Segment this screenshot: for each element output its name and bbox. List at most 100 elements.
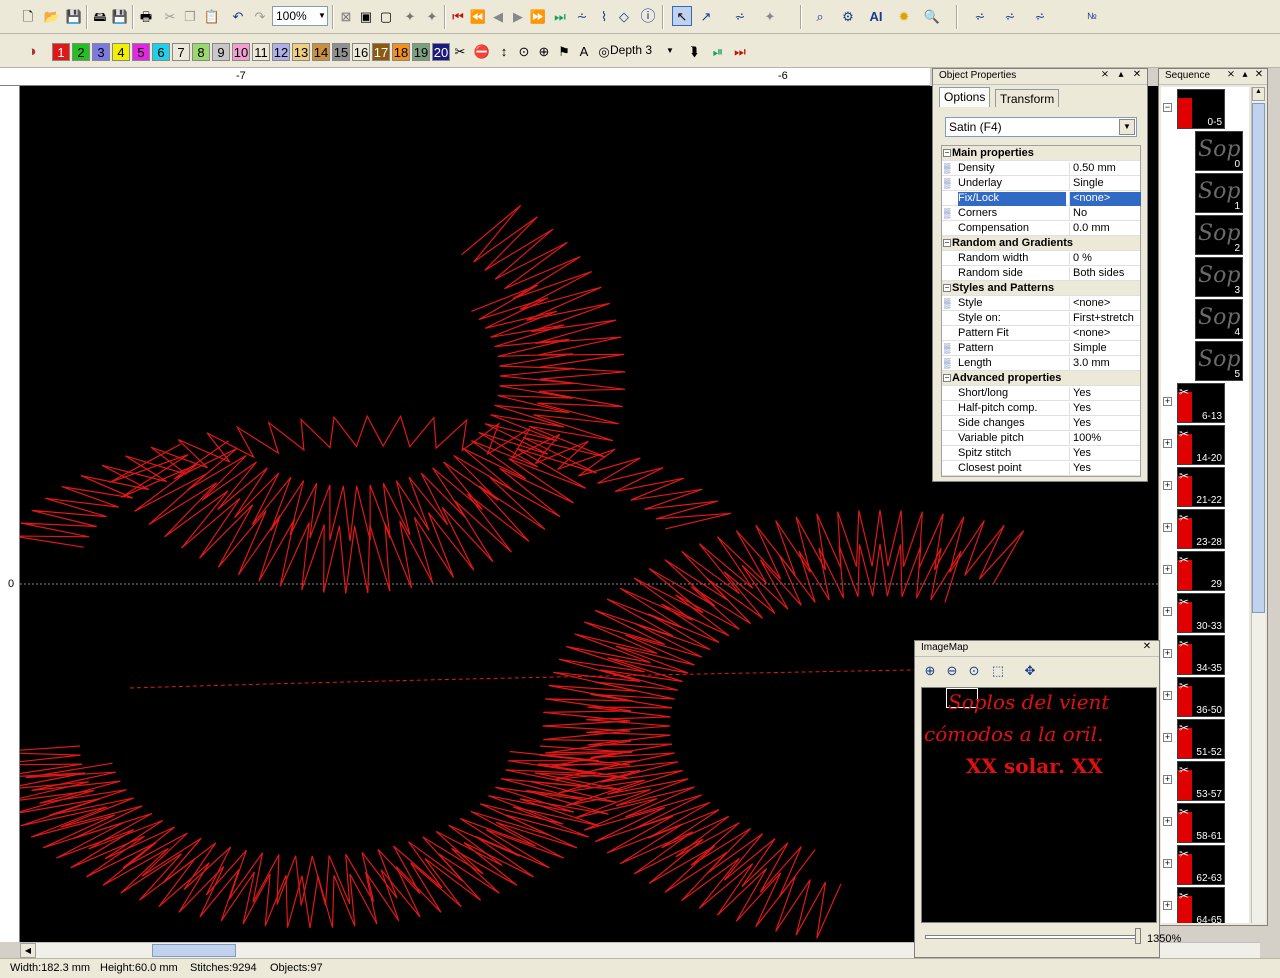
property-row[interactable]: ▒ Underlay Single: [942, 176, 1140, 191]
magnify-icon[interactable]: 🔍: [922, 6, 942, 26]
property-row[interactable]: Random width 0 %: [942, 251, 1140, 266]
property-value[interactable]: 0 %: [1069, 252, 1141, 266]
sequence-item[interactable]: + ✂ 58-61: [1161, 803, 1241, 843]
expand-icon[interactable]: +: [1163, 817, 1172, 826]
expand-icon[interactable]: +: [1163, 439, 1172, 448]
sequence-item[interactable]: Sop 0: [1161, 131, 1243, 171]
undo-icon[interactable]: ↶: [228, 6, 248, 26]
stitch-walk-icon[interactable]: ⩪: [572, 6, 592, 26]
expand-icon[interactable]: +: [1163, 565, 1172, 574]
sequence-list[interactable]: − 0-5 Sop 0 Sop 1 Sop 2 Sop 3 Sop 4 Sop 5 + ✂ 6-13 + ✂ 14-2…: [1161, 87, 1249, 923]
color-button[interactable]: 16: [352, 43, 370, 61]
property-row[interactable]: Fix/Lock <none>: [942, 191, 1141, 206]
maximize-icon[interactable]: ▴: [1115, 69, 1127, 80]
color-button[interactable]: 18: [392, 43, 410, 61]
property-row[interactable]: Spitz stitch Yes: [942, 446, 1140, 461]
expand-icon[interactable]: +: [1163, 607, 1172, 616]
property-value[interactable]: <none>: [1069, 192, 1141, 206]
property-row[interactable]: Random side Both sides: [942, 266, 1140, 281]
property-value[interactable]: Both sides: [1069, 267, 1141, 281]
record-icon[interactable]: ⏭: [730, 41, 750, 61]
sequence-item[interactable]: + ✂ 62-63: [1161, 845, 1241, 885]
stitch-type-select[interactable]: Satin (F4) ▼: [945, 117, 1137, 137]
property-category[interactable]: − Advanced properties: [942, 371, 1140, 386]
export-icon[interactable]: 🖴: [90, 6, 110, 26]
pan-icon[interactable]: ✥: [1021, 663, 1039, 681]
prev-color-icon[interactable]: ⏪: [468, 6, 488, 26]
color-button[interactable]: 11: [252, 43, 270, 61]
slider-thumb[interactable]: [1135, 928, 1141, 944]
wand-icon[interactable]: ✹: [894, 6, 914, 26]
scroll-left-icon[interactable]: ◀: [20, 943, 36, 958]
property-row[interactable]: ▒ Corners No: [942, 206, 1140, 221]
property-value[interactable]: 0.50 mm: [1069, 162, 1141, 176]
play-icon[interactable]: ⏯: [708, 41, 728, 61]
property-value[interactable]: Yes: [1069, 447, 1141, 461]
property-category[interactable]: − Styles and Patterns: [942, 281, 1140, 296]
property-value[interactable]: <none>: [1069, 297, 1141, 311]
property-row[interactable]: ▒ Length 3.0 mm: [942, 356, 1140, 371]
bug-icon[interactable]: ✦: [400, 6, 420, 26]
vertical-scroll-thumb[interactable]: [1252, 103, 1265, 613]
cut-thread-icon[interactable]: ✂: [450, 41, 470, 61]
color-button[interactable]: 4: [112, 43, 130, 61]
expand-icon[interactable]: +: [1163, 397, 1172, 406]
property-row[interactable]: Variable pitch 100%: [942, 431, 1140, 446]
collapse-icon[interactable]: −: [943, 374, 951, 382]
next-color-icon[interactable]: ⏩: [528, 6, 548, 26]
close-icon[interactable]: ✕: [1141, 641, 1153, 652]
color-button[interactable]: 17: [372, 43, 390, 61]
save-as-icon[interactable]: 💾: [110, 6, 130, 26]
zoom-all-icon[interactable]: ▢: [376, 6, 396, 26]
ole-icon[interactable]: ✦: [760, 6, 780, 26]
color-button[interactable]: 9: [212, 43, 230, 61]
property-row[interactable]: Half-pitch comp. Yes: [942, 401, 1140, 416]
close-icon[interactable]: ✕: [1131, 69, 1143, 80]
collapse-icon[interactable]: −: [943, 284, 951, 292]
collapse-icon[interactable]: −: [943, 149, 951, 157]
tab-transform[interactable]: Transform: [995, 89, 1060, 107]
sequence-item[interactable]: + ✂ 51-52: [1161, 719, 1241, 759]
zoom-in-icon[interactable]: ⊕: [921, 663, 939, 681]
sequence-item[interactable]: Sop 3: [1161, 257, 1243, 297]
color-button[interactable]: 20: [432, 43, 450, 61]
close-icon[interactable]: ✕: [1253, 69, 1265, 80]
sequence-item[interactable]: + ✂ 30-33: [1161, 593, 1241, 633]
expand-icon[interactable]: +: [1163, 901, 1172, 910]
stitch-pattern-b-icon[interactable]: ⩫: [1000, 6, 1020, 26]
property-category[interactable]: − Random and Gradients: [942, 236, 1140, 251]
first-stitch-icon[interactable]: ⏮: [448, 6, 468, 26]
cut-icon[interactable]: ✂: [160, 6, 180, 26]
tab-options[interactable]: Options: [939, 87, 991, 107]
new-file-icon[interactable]: 🗋: [18, 6, 38, 26]
stitch-pattern-a-icon[interactable]: ⩫: [970, 6, 990, 26]
property-row[interactable]: Closest point Yes: [942, 461, 1140, 476]
property-row[interactable]: Compensation 0.0 mm: [942, 221, 1140, 236]
search-object-icon[interactable]: ⌕: [810, 6, 830, 26]
sequence-item[interactable]: + ✂ 29: [1161, 551, 1241, 591]
expand-icon[interactable]: +: [1163, 481, 1172, 490]
paste-icon[interactable]: 📋: [202, 6, 222, 26]
machine-icon[interactable]: ⮯: [684, 41, 704, 61]
info-icon[interactable]: ⓘ: [638, 6, 658, 26]
zoom-fit-icon[interactable]: ⊙: [965, 663, 983, 681]
collapse-icon[interactable]: −: [943, 239, 951, 247]
color-button[interactable]: 10: [232, 43, 250, 61]
print-icon[interactable]: 🖶: [136, 6, 156, 26]
sequence-item[interactable]: + ✂ 34-35: [1161, 635, 1241, 675]
imagemap-preview[interactable]: Soplos del vient cómodos a la oril. XX s…: [921, 687, 1157, 923]
ai-icon[interactable]: AI: [866, 6, 886, 26]
horizontal-scroll-thumb[interactable]: [152, 944, 236, 957]
property-value[interactable]: Simple: [1069, 342, 1141, 356]
open-folder-icon[interactable]: 📂: [42, 6, 62, 26]
property-row[interactable]: ▒ Density 0.50 mm: [942, 161, 1140, 176]
color-button[interactable]: 19: [412, 43, 430, 61]
satin-tool-icon[interactable]: ⌇: [594, 6, 614, 26]
text-icon[interactable]: A: [574, 41, 594, 61]
vertical-scrollbar[interactable]: ▲: [1251, 87, 1265, 923]
zoom-out-icon[interactable]: ⊖: [943, 663, 961, 681]
property-row[interactable]: Short/long Yes: [942, 386, 1140, 401]
color-button[interactable]: 14: [312, 43, 330, 61]
needle-icon[interactable]: ⚑: [554, 41, 574, 61]
color-button[interactable]: 3: [92, 43, 110, 61]
